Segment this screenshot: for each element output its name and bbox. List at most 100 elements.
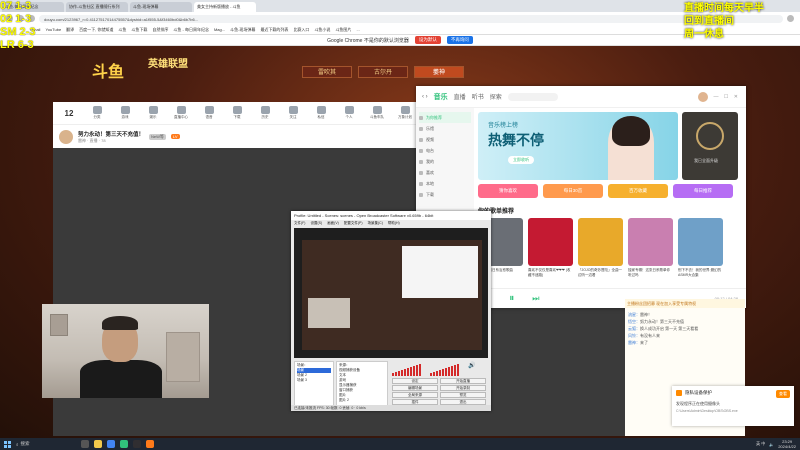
- obs-menu-item[interactable]: 帮助(H): [388, 221, 400, 226]
- douyu-icon[interactable]: [146, 440, 154, 448]
- bookmark[interactable]: 斗鱼: [118, 27, 126, 33]
- streamer-avatar[interactable]: [59, 129, 73, 144]
- banner-listen-button[interactable]: 立即收听: [508, 156, 534, 164]
- category-button[interactable]: 每日30首: [543, 184, 603, 198]
- toolbar-item[interactable]: 私信: [311, 106, 331, 120]
- music-banner-secondary[interactable]: 我已全面升级: [682, 112, 738, 180]
- obs-icon[interactable]: [133, 440, 141, 448]
- scene-item[interactable]: 场景 3: [297, 378, 331, 383]
- music-tab-explore[interactable]: 探索: [490, 92, 502, 101]
- bookmark[interactable]: 斗鱼 - 每日周年纪念: [173, 27, 209, 33]
- bookmark[interactable]: YouTube: [45, 27, 61, 32]
- douyu-logo[interactable]: 斗鱼: [92, 58, 124, 82]
- chrome-icon[interactable]: [107, 440, 115, 448]
- music-search-input[interactable]: [507, 92, 558, 101]
- room-tag[interactable]: NeW等: [149, 133, 166, 140]
- edit-scene-button[interactable]: 编辑场景: [392, 385, 438, 391]
- music-app-icon[interactable]: [120, 440, 128, 448]
- toolbar-item[interactable]: 斗鱼车队: [367, 106, 387, 120]
- category-button[interactable]: 每日推荐: [673, 184, 733, 198]
- playlist-card[interactable]: 「JOJO的奇妙冒险」全曲一边听一边看: [578, 218, 623, 282]
- toolbar-item[interactable]: 关注: [283, 106, 303, 120]
- bookmark[interactable]: 斗鱼-现场弹幕: [230, 27, 255, 33]
- url-input[interactable]: douyu.com/2123967_r=0.41127517014475557&…: [39, 14, 783, 23]
- bookmark[interactable]: Mag...: [214, 27, 225, 32]
- start-stream-button[interactable]: 开始直播: [440, 378, 486, 384]
- sidebar-item[interactable]: 我的: [419, 156, 471, 167]
- hero-tab[interactable]: 雷吹其: [302, 66, 352, 78]
- chat-nick[interactable]: 雷神：: [628, 340, 640, 345]
- toolbar-item[interactable]: 直播中心: [171, 106, 191, 120]
- sidebar-item[interactable]: 乐馆: [419, 123, 471, 134]
- bookmark[interactable]: 比赛入口: [293, 27, 309, 33]
- hero-tab[interactable]: 古尔丹: [358, 66, 408, 78]
- clock[interactable]: 23:29 2024/4/22: [778, 439, 796, 449]
- toolbar-item[interactable]: 语音: [199, 106, 219, 120]
- toolbar-item[interactable]: 个人: [339, 106, 359, 120]
- sidebar-item[interactable]: 下载: [419, 189, 471, 200]
- music-banner[interactable]: 音乐榜上榜 热舞不停 立即收听: [478, 112, 678, 180]
- toolbar-item[interactable]: 游戏: [115, 106, 135, 120]
- toolbar-item[interactable]: 万象计划: [395, 106, 415, 120]
- file-explorer-icon[interactable]: [94, 440, 102, 448]
- profile-icon[interactable]: [787, 15, 794, 22]
- bookmark[interactable]: 斗鱼下载: [131, 27, 147, 33]
- windows-start-icon[interactable]: [4, 440, 11, 448]
- chat-nick[interactable]: 风铃：: [628, 333, 640, 338]
- bookmark[interactable]: 翻译: [66, 27, 74, 33]
- sidebar-item[interactable]: 为你推荐: [419, 112, 471, 123]
- speaker-icon[interactable]: 🔊: [468, 362, 475, 376]
- ime-indicator[interactable]: 英 中: [756, 441, 765, 447]
- chat-nick[interactable]: 流星：: [628, 312, 640, 317]
- music-tab-books[interactable]: 听书: [472, 92, 484, 101]
- playlist-card[interactable]: 别下不去！我的世界·魔幻的ASMR大合集: [678, 218, 723, 282]
- obs-menu-item[interactable]: 场景集(C): [368, 221, 383, 226]
- avatar[interactable]: [697, 91, 708, 102]
- obs-menu-item[interactable]: 设置(S): [310, 221, 322, 226]
- toast-view-button[interactable]: 查看: [776, 390, 790, 398]
- playlist-card[interactable]: 独家专辑！这张日系歌单你听过吗: [628, 218, 673, 282]
- bookmark[interactable]: ...: [356, 27, 359, 32]
- hero-tab-selected[interactable]: 萎神: [414, 66, 464, 78]
- task-view-icon[interactable]: [81, 440, 89, 448]
- bookmark[interactable]: 最近下载的列表: [260, 27, 288, 33]
- toolbar-item[interactable]: 历史: [255, 106, 275, 120]
- bookmark[interactable]: 斗鱼小说: [314, 27, 330, 33]
- taskbar-search[interactable]: ⌕ 搜索: [16, 441, 76, 447]
- start-record-button[interactable]: 开始录制: [440, 385, 486, 391]
- sidebar-item[interactable]: 电台: [419, 145, 471, 156]
- global-sources-button[interactable]: 全局来源: [392, 392, 438, 398]
- browser-tab[interactable]: 斗鱼-现场弹幕: [130, 2, 192, 12]
- toolbar-item[interactable]: 下载: [227, 106, 247, 120]
- window-controls-icon[interactable]: — ☐ ✕: [714, 94, 740, 100]
- music-tab-live[interactable]: 直播: [454, 92, 466, 101]
- music-tab-music[interactable]: 音乐: [434, 92, 448, 102]
- preview-button[interactable]: 预览: [440, 392, 486, 398]
- settings-button[interactable]: 设定: [392, 378, 438, 384]
- browser-tab[interactable]: 协作-斗鱼社区 直播随行系列: [66, 2, 128, 12]
- volume-icon[interactable]: 🔈: [769, 442, 774, 447]
- toolbar-item[interactable]: 娱乐: [143, 106, 163, 120]
- next-icon[interactable]: ⏭: [532, 294, 539, 304]
- dismiss-button[interactable]: 不再询问: [446, 36, 473, 44]
- source-item[interactable]: 图片 2: [339, 398, 385, 403]
- playlist-card[interactable]: 喜欢不仅仅是喜欢❤❤❤ (收藏不迷路): [528, 218, 573, 282]
- bookmark[interactable]: 百度一下, 你就知道: [79, 27, 113, 33]
- sidebar-item[interactable]: 喜欢: [419, 167, 471, 178]
- chat-nick[interactable]: 悟空：: [628, 319, 640, 324]
- chat-nick[interactable]: 云狐：: [628, 326, 640, 331]
- toolbar-item[interactable]: 分类: [87, 106, 107, 120]
- category-button[interactable]: 猜你喜欢: [478, 184, 538, 198]
- obs-menu-item[interactable]: 画面(V): [327, 221, 339, 226]
- obs-preview[interactable]: [294, 228, 488, 358]
- bookmark[interactable]: 自然排序: [152, 27, 168, 33]
- sidebar-item[interactable]: 视频: [419, 134, 471, 145]
- set-default-button[interactable]: 设为默认: [414, 36, 441, 44]
- category-button[interactable]: 百万收藏: [608, 184, 668, 198]
- sidebar-item[interactable]: 本地: [419, 178, 471, 189]
- pause-icon[interactable]: ⏸: [509, 293, 514, 304]
- bookmark[interactable]: 斗鱼图片: [335, 27, 351, 33]
- obs-menu-item[interactable]: 文件(F): [294, 221, 305, 226]
- back-icon[interactable]: ‹ ›: [422, 94, 428, 100]
- obs-menu-item[interactable]: 配置文件(P): [344, 221, 363, 226]
